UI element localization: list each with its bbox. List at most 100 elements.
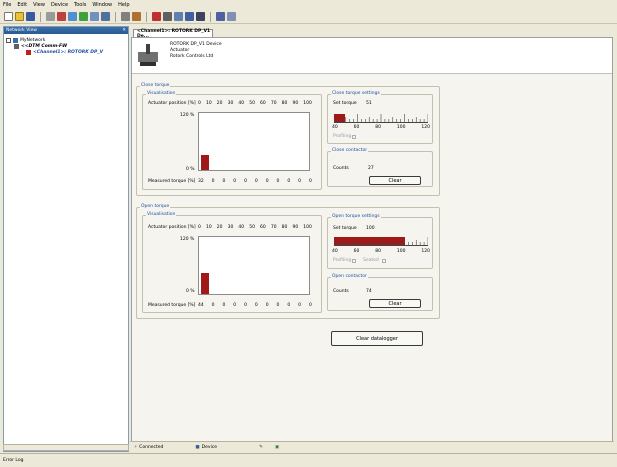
connect-icon[interactable]: [152, 12, 161, 21]
open-scale-tick-3: 100: [396, 249, 406, 254]
open-position-tick-2: 20: [216, 225, 223, 230]
menu-item-help[interactable]: Help: [118, 2, 129, 8]
open-clear-button[interactable]: Clear: [369, 299, 421, 308]
close-position-tick-1: 10: [205, 101, 212, 106]
open-slider-scale: 40 60 80 100 120: [332, 249, 430, 254]
menu-item-tools[interactable]: Tools: [74, 2, 86, 8]
open-measured-value-7: 0: [276, 303, 280, 308]
open-seated-checkbox[interactable]: [382, 259, 386, 263]
menu-item-view[interactable]: View: [33, 2, 45, 8]
close-scale-tick-4: 120: [421, 125, 430, 130]
about-icon[interactable]: [227, 12, 236, 21]
open-measured-value-2: 0: [222, 303, 226, 308]
open-measured-value-9: 0: [298, 303, 302, 308]
open-counts-label: Counts: [333, 289, 349, 294]
menu-item-device[interactable]: Device: [51, 2, 68, 8]
close-torque-slider[interactable]: [334, 113, 428, 123]
close-position-tick-10: 100: [303, 101, 312, 106]
close-slider-scale: 40 60 80 100 120: [332, 125, 430, 130]
close-ymax: 120 %: [180, 113, 195, 118]
clear-datalogger-button[interactable]: Clear datalogger: [331, 331, 423, 346]
open-position-tick-10: 100: [303, 225, 312, 230]
close-measured-row: 32 0 0 0 0 0 0 0 0 0 0: [198, 179, 312, 184]
close-ymin: 0 %: [186, 167, 195, 172]
open-position-tick-3: 30: [227, 225, 234, 230]
close-measured-value-3: 0: [233, 179, 237, 184]
network-icon[interactable]: [132, 12, 141, 21]
close-scale-tick-0: 40: [332, 125, 338, 130]
status-bar: ⚡ Connected ■ Device ✎ ▣: [130, 441, 614, 453]
close-position-tick-6: 60: [260, 101, 266, 106]
plugin-icon: ▣: [274, 445, 280, 450]
tab-device[interactable]: <Channel1>: ROTORK DP_V1 De...: [133, 29, 213, 39]
zoom-out-icon[interactable]: [101, 12, 110, 21]
network-view-header: Network View ✕: [4, 27, 128, 34]
download-icon[interactable]: [196, 12, 205, 21]
network-view-scrollbar[interactable]: [3, 444, 129, 451]
close-icon[interactable]: ✕: [122, 28, 126, 33]
open-measured-value-3: 0: [233, 303, 237, 308]
close-measured-value-8: 0: [287, 179, 291, 184]
close-measured-value-7: 0: [276, 179, 280, 184]
menu-item-file[interactable]: File: [3, 2, 11, 8]
open-scale-tick-0: 40: [332, 249, 338, 254]
upload-icon[interactable]: [185, 12, 194, 21]
save-icon[interactable]: [26, 12, 35, 21]
device-vendor: Rotork Controls Ltd: [170, 54, 214, 59]
cut-icon[interactable]: [57, 12, 66, 21]
network-view-title: Network View: [6, 28, 37, 33]
open-slider-ticks: [334, 237, 428, 245]
connected-icon: ⚡: [134, 445, 138, 450]
close-measured-value-4: 0: [244, 179, 247, 184]
open-position-tick-0: 0: [198, 225, 201, 230]
close-torque-chart: [198, 112, 310, 171]
close-scale-tick-3: 100: [396, 125, 406, 130]
close-measured-value-9: 0: [298, 179, 302, 184]
tree-item-channel[interactable]: <Channel1>: ROTORK DP_V: [6, 49, 126, 55]
grid-icon[interactable]: [121, 12, 130, 21]
open-set-torque-value: 100: [366, 226, 375, 231]
open-position-tick-1: 10: [205, 225, 212, 230]
close-measured-value-5: 0: [254, 179, 258, 184]
close-position-tick-8: 80: [281, 101, 288, 106]
open-measured-value-4: 0: [244, 303, 247, 308]
close-profiling-checkbox[interactable]: [352, 135, 356, 139]
open-measured-value-6: 0: [265, 303, 269, 308]
copy-icon[interactable]: [68, 12, 77, 21]
open-position-label: Actuator position [%]: [148, 225, 196, 230]
disconnect-icon[interactable]: [163, 12, 172, 21]
open-profiling-checkbox[interactable]: [352, 259, 356, 263]
menu-item-edit[interactable]: Edit: [17, 2, 27, 8]
close-scale-tick-1: 60: [353, 125, 360, 130]
close-position-tick-0: 0: [198, 101, 201, 106]
open-measured-value-8: 0: [287, 303, 291, 308]
close-position-tick-2: 20: [216, 101, 223, 106]
print-icon[interactable]: [46, 12, 55, 21]
open-position-tick-7: 70: [270, 225, 277, 230]
close-set-torque-label: Set torque: [333, 101, 357, 106]
open-torque-slider[interactable]: [334, 236, 428, 246]
open-measured-label: Measured torque [%]: [148, 303, 196, 308]
open-icon[interactable]: [15, 12, 24, 21]
zoom-icon[interactable]: [90, 12, 99, 21]
open-measured-value-10: 0: [308, 303, 312, 308]
new-icon[interactable]: [4, 12, 13, 21]
close-position-tick-7: 70: [270, 101, 277, 106]
open-position-tick-4: 40: [238, 225, 245, 230]
paste-icon[interactable]: [79, 12, 88, 21]
close-measured-value-0: 32: [198, 179, 204, 184]
open-set-torque-label: Set torque: [333, 226, 357, 231]
close-profiling-label: Profiling: [333, 134, 352, 139]
settings-icon[interactable]: [174, 12, 183, 21]
open-scale-tick-1: 60: [353, 249, 360, 254]
toolbar: [0, 10, 617, 24]
menu-item-window[interactable]: Window: [92, 2, 112, 8]
close-clear-button[interactable]: Clear: [369, 176, 421, 185]
open-measured-value-0: 44: [198, 303, 204, 308]
help-icon[interactable]: [216, 12, 225, 21]
error-log-bar[interactable]: Error Log: [0, 453, 617, 467]
close-set-torque-value: 51: [366, 101, 372, 106]
open-ymax: 120 %: [180, 237, 195, 242]
open-position-tick-6: 60: [260, 225, 266, 230]
close-measured-value-10: 0: [308, 179, 312, 184]
